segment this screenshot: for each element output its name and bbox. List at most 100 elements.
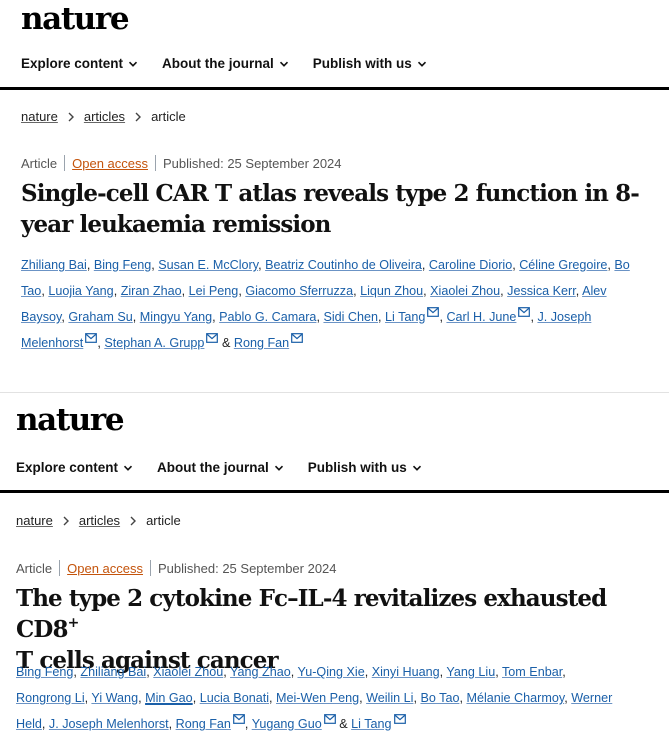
title-line-1: The type 2 cytokine Fc–IL-4 revitalizes … (16, 585, 607, 643)
author-link[interactable]: Rong Fan (234, 336, 289, 350)
author-link[interactable]: Tom Enbar (502, 665, 562, 679)
breadcrumb: nature articles article (16, 513, 181, 528)
chevron-down-icon (279, 61, 288, 67)
article-title: Single-cell CAR T atlas reveals type 2 f… (21, 180, 640, 238)
author-link[interactable]: Mingyu Yang (140, 310, 212, 324)
email-icon[interactable] (518, 307, 531, 317)
author-link[interactable]: Yang Liu (446, 665, 495, 679)
author-link[interactable]: Alev (582, 284, 607, 298)
email-icon[interactable] (291, 333, 304, 343)
author-link[interactable]: Werner (571, 691, 612, 705)
email-icon[interactable] (427, 307, 440, 317)
author-link[interactable]: Céline Gregoire (519, 258, 607, 272)
meta-divider (150, 560, 151, 576)
chevron-down-icon (417, 61, 426, 67)
author-list: Bing Feng, Zhiliang Bai, Xiaolei Zhou, Y… (16, 659, 661, 737)
author-link[interactable]: Baysoy (21, 310, 61, 324)
author-link[interactable]: Bo Tao (420, 691, 459, 705)
breadcrumb-nature[interactable]: nature (16, 513, 53, 528)
chevron-down-icon (128, 61, 138, 67)
author-link[interactable]: Bing Feng (94, 258, 151, 272)
author-link[interactable]: Mélanie Charmoy (466, 691, 564, 705)
author-link[interactable]: Liqun Zhou (360, 284, 423, 298)
author-link[interactable]: Xinyi Huang (372, 665, 440, 679)
author-link[interactable]: Rong Fan (176, 717, 231, 731)
author-link[interactable]: Bo (614, 258, 629, 272)
author-link[interactable]: Beatriz Coutinho de Oliveira (265, 258, 422, 272)
author-link[interactable]: Lei Peng (189, 284, 239, 298)
author-link[interactable]: Yu-Qing Xie (298, 665, 365, 679)
email-icon[interactable] (85, 333, 98, 343)
breadcrumb-articles[interactable]: articles (79, 513, 120, 528)
author-link[interactable]: Weilin Li (366, 691, 413, 705)
author-link[interactable]: Bing Feng (16, 665, 73, 679)
open-access-link[interactable]: Open access (67, 561, 143, 576)
header-rule (0, 490, 669, 493)
breadcrumb-nature[interactable]: nature (21, 109, 58, 124)
author-link[interactable]: Yang Zhao (230, 665, 291, 679)
author-link[interactable]: Melenhorst (21, 336, 83, 350)
nav-publish-with-us[interactable]: Publish with us (313, 56, 427, 71)
author-line: Held, J. Joseph Melenhorst, Rong Fan, Yu… (16, 711, 661, 737)
author-link[interactable]: Yugang Guo (252, 717, 322, 731)
breadcrumb-articles[interactable]: articles (84, 109, 125, 124)
article-meta: Article Open access Published: 25 Septem… (21, 155, 342, 171)
title-superscript: + (67, 615, 80, 631)
article-header-panel-2: nature Explore content About the journal… (0, 392, 669, 744)
author-link[interactable]: Li Tang (351, 717, 391, 731)
author-link[interactable]: J. Joseph (537, 310, 591, 324)
breadcrumb-current: article (146, 513, 181, 528)
author-link[interactable]: Graham Su (68, 310, 132, 324)
open-access-link[interactable]: Open access (72, 156, 148, 171)
nature-logo[interactable]: nature (21, 4, 130, 35)
author-link-active[interactable]: Min Gao (145, 691, 193, 705)
meta-divider (59, 560, 61, 576)
email-icon[interactable] (393, 714, 406, 724)
chevron-right-icon (135, 112, 142, 121)
ampersand: & (339, 717, 348, 731)
author-link[interactable]: Rongrong Li (16, 691, 85, 705)
published-date: Published: 25 September 2024 (158, 560, 337, 576)
nature-logo[interactable]: nature (16, 405, 125, 436)
author-line: Melenhorst, Stephan A. Grupp & Rong Fan (21, 330, 661, 356)
author-link[interactable]: Luojia Yang (48, 284, 113, 298)
author-link[interactable]: Held (16, 717, 42, 731)
chevron-right-icon (68, 112, 74, 121)
author-line: Zhiliang Bai, Bing Feng, Susan E. McClor… (21, 258, 630, 272)
main-nav: Explore content About the journal Publis… (21, 56, 427, 71)
email-icon[interactable] (206, 333, 219, 343)
chevron-down-icon (274, 465, 283, 471)
chevron-down-icon (123, 465, 133, 471)
email-icon[interactable] (233, 714, 245, 724)
author-link[interactable]: Jessica Kerr (507, 284, 576, 298)
author-link[interactable]: Xiaolei Zhou (430, 284, 500, 298)
author-link[interactable]: Zhiliang Bai (80, 665, 146, 679)
author-link[interactable]: Lucia Bonati (200, 691, 269, 705)
article-header-panel-1: nature Explore content About the journal… (0, 0, 669, 392)
author-link[interactable]: Carl H. June (446, 310, 516, 324)
nav-publish-with-us[interactable]: Publish with us (308, 460, 422, 475)
author-link[interactable]: Susan E. McClory (158, 258, 258, 272)
author-link[interactable]: Yi Wang (91, 691, 138, 705)
nav-about-journal[interactable]: About the journal (162, 56, 289, 71)
author-line: Baysoy, Graham Su, Mingyu Yang, Pablo G.… (21, 304, 661, 330)
nav-explore-content[interactable]: Explore content (16, 460, 133, 475)
author-link[interactable]: Xiaolei Zhou (153, 665, 223, 679)
author-link[interactable]: Mei-Wen Peng (276, 691, 359, 705)
author-link[interactable]: Pablo G. Camara (219, 310, 316, 324)
author-line: Tao, Luojia Yang, Ziran Zhao, Lei Peng, … (21, 284, 607, 298)
author-link[interactable]: Ziran Zhao (121, 284, 182, 298)
nav-about-journal[interactable]: About the journal (157, 460, 284, 475)
author-link[interactable]: Tao (21, 284, 41, 298)
meta-divider (155, 155, 156, 171)
author-link[interactable]: Sidi Chen (323, 310, 378, 324)
author-link[interactable]: Li Tang (385, 310, 425, 324)
nav-explore-content[interactable]: Explore content (21, 56, 138, 71)
author-link[interactable]: Caroline Diorio (429, 258, 512, 272)
author-link[interactable]: Stephan A. Grupp (104, 336, 204, 350)
author-list: Zhiliang Bai, Bing Feng, Susan E. McClor… (21, 252, 661, 356)
author-link[interactable]: Zhiliang Bai (21, 258, 87, 272)
author-link[interactable]: J. Joseph Melenhorst (49, 717, 169, 731)
email-icon[interactable] (323, 714, 336, 724)
author-link[interactable]: Giacomo Sferruzza (245, 284, 353, 298)
